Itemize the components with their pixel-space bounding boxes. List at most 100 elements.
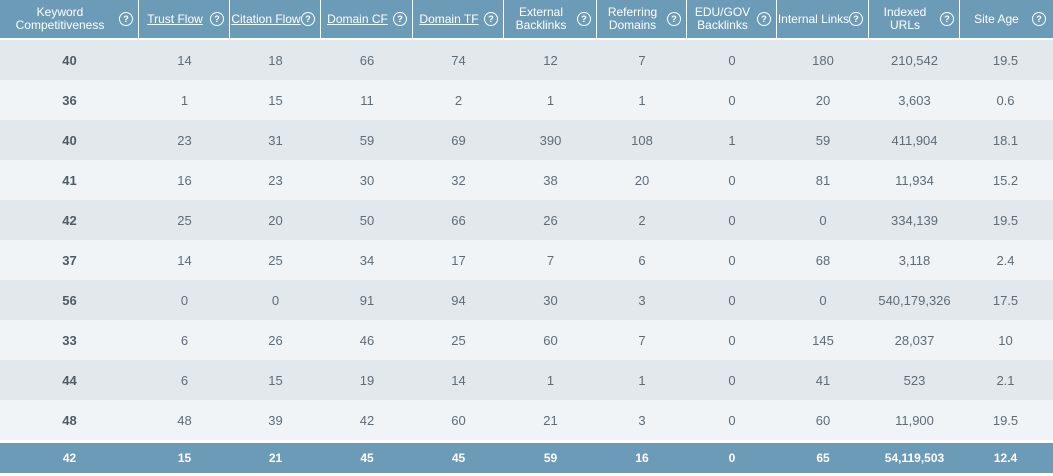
table-cell: 42 bbox=[62, 212, 77, 228]
column-header-external-backlinks: External Backlinks? bbox=[504, 0, 597, 38]
help-icon[interactable]: ? bbox=[301, 12, 315, 26]
column-header-label[interactable]: Domain TF bbox=[419, 12, 478, 26]
column-header-label: Site Age bbox=[974, 11, 1019, 26]
table-cell: 0 bbox=[728, 292, 736, 308]
help-icon[interactable]: ? bbox=[210, 12, 224, 26]
table-cell: 19.5 bbox=[992, 412, 1019, 428]
table-cell: 23 bbox=[268, 172, 283, 188]
column-header-site-age: Site Age? bbox=[960, 0, 1051, 38]
table-cell: 20 bbox=[634, 172, 650, 188]
table-row: 36 1 15 11 2 1 1 0 20 3,603 0.6 bbox=[0, 80, 1053, 120]
table-cell: 31 bbox=[268, 132, 283, 148]
column-header-label: EDU/GOV Backlinks bbox=[694, 5, 751, 32]
table-cell: 0 bbox=[728, 52, 736, 68]
table-cell: 30 bbox=[359, 172, 375, 188]
table-cell: 6 bbox=[180, 372, 189, 388]
table-cell: 60 bbox=[451, 412, 466, 428]
help-icon[interactable]: ? bbox=[940, 12, 954, 26]
help-icon[interactable]: ? bbox=[484, 12, 498, 26]
column-header-trust-flow[interactable]: Trust Flow? bbox=[139, 0, 230, 38]
table-cell: 38 bbox=[543, 172, 558, 188]
column-header-domain-cf[interactable]: Domain CF? bbox=[321, 0, 413, 38]
table-cell: 15 bbox=[268, 92, 283, 108]
table-cell: 3,603 bbox=[898, 92, 931, 108]
column-header-label[interactable]: Domain CF bbox=[327, 12, 388, 26]
help-icon[interactable]: ? bbox=[119, 12, 133, 26]
help-icon[interactable]: ? bbox=[849, 12, 863, 26]
table-cell: 66 bbox=[451, 212, 466, 228]
help-icon[interactable]: ? bbox=[757, 12, 771, 26]
table-cell: 145 bbox=[812, 332, 834, 348]
table-cell: 14 bbox=[177, 52, 192, 68]
column-header-indexed-urls: Indexed URLs? bbox=[869, 0, 960, 38]
table-cell: 6 bbox=[638, 252, 646, 268]
table-row: 41 16 23 30 32 38 20 0 81 11,934 15.2 bbox=[0, 160, 1053, 200]
table-row: 44 6 15 19 14 1 1 0 41 523 2.1 bbox=[0, 360, 1053, 400]
table-cell: 0 bbox=[728, 332, 736, 348]
table-cell: 0 bbox=[728, 412, 736, 428]
column-header-referring-domains: Referring Domains? bbox=[597, 0, 687, 38]
table-cell: 48 bbox=[177, 412, 192, 428]
metrics-table: Keyword Competitiveness? Trust Flow? Citat… bbox=[0, 0, 1053, 473]
table-cell: 15.2 bbox=[992, 172, 1019, 188]
table-cell: 390 bbox=[539, 132, 562, 148]
table-cell: 0 bbox=[180, 292, 189, 308]
totals-cell: 45 bbox=[451, 451, 466, 465]
table-cell: 15 bbox=[268, 372, 283, 388]
table-cell: 94 bbox=[451, 292, 466, 308]
help-icon[interactable]: ? bbox=[667, 12, 681, 26]
table-cell: 39 bbox=[268, 412, 283, 428]
table-row: 37 14 25 34 17 7 6 0 68 3,118 2.4 bbox=[0, 240, 1053, 280]
table-cell: 69 bbox=[451, 132, 466, 148]
help-icon[interactable]: ? bbox=[1032, 12, 1046, 26]
table-cell: 12 bbox=[543, 52, 558, 68]
table-cell: 41 bbox=[62, 172, 77, 188]
table-cell: 42 bbox=[359, 412, 375, 428]
table-cell: 68 bbox=[815, 252, 831, 268]
table-cell: 1 bbox=[546, 92, 555, 108]
table-cell: 2.4 bbox=[996, 252, 1015, 268]
table-cell: 18.1 bbox=[992, 132, 1019, 148]
table-cell: 1 bbox=[180, 92, 189, 108]
table-cell: 17 bbox=[451, 252, 466, 268]
table-cell: 59 bbox=[815, 132, 831, 148]
table-cell: 1 bbox=[638, 372, 646, 388]
table-cell: 59 bbox=[359, 132, 375, 148]
table-cell: 0 bbox=[819, 212, 827, 228]
table-cell: 1 bbox=[546, 372, 555, 388]
table-cell: 37 bbox=[62, 252, 77, 268]
column-header-citation-flow[interactable]: Citation Flow? bbox=[230, 0, 321, 38]
totals-cell: 0 bbox=[728, 451, 736, 465]
table-cell: 108 bbox=[631, 132, 653, 148]
table-row: 48 48 39 42 60 21 3 0 60 11,900 19.5 bbox=[0, 400, 1053, 440]
column-header-label: Keyword Competitiveness bbox=[15, 5, 105, 32]
table-cell: 3 bbox=[638, 292, 646, 308]
table-cell: 0 bbox=[271, 292, 280, 308]
table-cell: 3,118 bbox=[898, 252, 931, 268]
table-cell: 7 bbox=[546, 252, 555, 268]
table-cell: 11 bbox=[360, 92, 374, 108]
table-cell: 2.1 bbox=[996, 372, 1015, 388]
table-cell: 0.6 bbox=[996, 92, 1015, 108]
table-cell: 6 bbox=[180, 332, 189, 348]
table-cell: 81 bbox=[815, 172, 831, 188]
column-header-domain-tf[interactable]: Domain TF? bbox=[413, 0, 504, 38]
table-cell: 40 bbox=[62, 132, 77, 148]
table-body: 40 14 18 66 74 12 7 0 180 210,542 19.5 36 1 15 11 2 1 1 0 2… bbox=[0, 40, 1053, 440]
column-header-label[interactable]: Trust Flow bbox=[147, 12, 203, 26]
table-cell: 56 bbox=[62, 292, 77, 308]
table-cell: 32 bbox=[451, 172, 466, 188]
table-cell: 41 bbox=[815, 372, 831, 388]
help-icon[interactable]: ? bbox=[577, 12, 591, 26]
table-cell: 46 bbox=[359, 332, 375, 348]
column-header-internal-links: Internal Links? bbox=[777, 0, 869, 38]
totals-cell: 12.4 bbox=[993, 451, 1018, 465]
table-cell: 0 bbox=[728, 92, 736, 108]
totals-cell: 42 bbox=[62, 451, 77, 465]
table-cell: 334,139 bbox=[891, 212, 938, 228]
table-cell: 48 bbox=[62, 412, 77, 428]
table-cell: 7 bbox=[638, 52, 646, 68]
help-icon[interactable]: ? bbox=[393, 12, 407, 26]
table-cell: 1 bbox=[728, 132, 736, 148]
column-header-label[interactable]: Citation Flow bbox=[231, 12, 300, 26]
